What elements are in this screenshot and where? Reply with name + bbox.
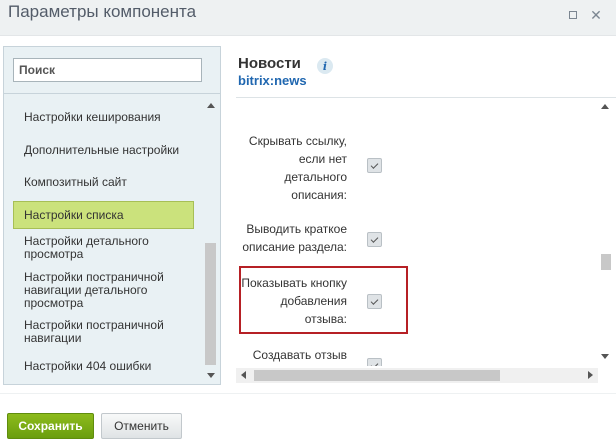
param-label: Создавать отзыв [252,348,347,362]
scrollbar-thumb[interactable] [254,370,500,381]
maximize-icon[interactable] [566,8,580,22]
component-id: bitrix:news [238,73,307,88]
save-button[interactable]: Сохранить [7,413,94,439]
horizontal-scrollbar[interactable] [236,368,598,383]
info-icon[interactable]: i [317,58,333,74]
param-checkbox[interactable] [367,358,382,366]
dialog-title: Параметры компонента [8,2,197,21]
divider [4,93,220,94]
highlight-frame [239,266,408,334]
scroll-down-icon[interactable] [601,354,609,359]
cancel-button[interactable]: Отменить [101,413,182,439]
scrollbar-thumb[interactable] [205,243,216,365]
param-label: Скрывать ссылку, если нет детального опи… [248,134,347,202]
dialog-titlebar: Параметры компонента ✕ [0,0,616,36]
sidebar-item-404[interactable]: Настройки 404 ошибки [13,360,194,373]
divider [0,393,616,394]
param-checkbox[interactable] [367,232,382,247]
scroll-up-icon[interactable] [207,103,215,108]
scroll-left-icon[interactable] [241,371,246,379]
sidebar-scrollbar[interactable] [204,97,217,381]
sidebar-item-detail-pagination[interactable]: Настройки постраничной навигации детальн… [13,271,194,310]
param-label: Выводить краткое описание раздела: [242,222,347,254]
scroll-down-icon[interactable] [207,373,215,378]
sidebar-nav: Настройки кеширования Дополнительные нас… [4,95,204,383]
close-icon[interactable]: ✕ [589,7,603,23]
sidebar-item-detail-view[interactable]: Настройки детального просмотра [13,235,194,261]
param-checkbox[interactable] [367,158,382,173]
sidebar-item-pagination[interactable]: Настройки постраничной навигации [13,319,194,345]
scrollbar-thumb[interactable] [601,254,611,270]
component-name: Новости [238,55,301,72]
sidebar-item-composite[interactable]: Композитный сайт [13,176,194,189]
sidebar-item-list-settings[interactable]: Настройки списка [13,201,194,229]
content-scrollbar[interactable] [598,98,613,366]
sidebar-item-additional[interactable]: Дополнительные настройки [13,144,194,157]
sidebar-item-caching[interactable]: Настройки кеширования [13,111,194,124]
scroll-up-icon[interactable] [601,104,609,109]
search-input[interactable] [13,58,202,82]
scroll-right-icon[interactable] [588,371,593,379]
settings-sidebar: Настройки кеширования Дополнительные нас… [3,46,221,385]
